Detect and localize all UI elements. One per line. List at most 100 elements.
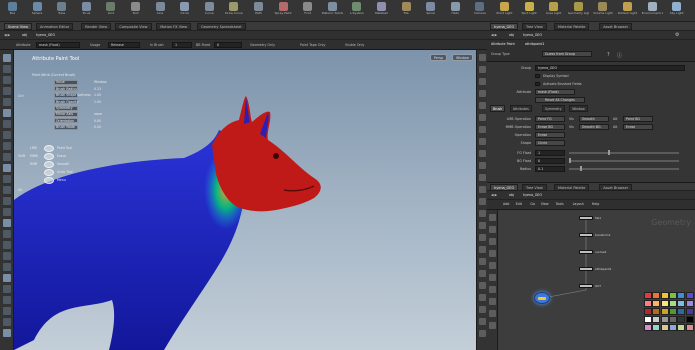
shelf-tool[interactable]: Torus: [76, 1, 97, 20]
parameter-subtab[interactable]: Symmetry: [542, 105, 565, 112]
color-swatch[interactable]: [668, 300, 677, 307]
network-tool-button[interactable]: [489, 298, 496, 305]
param-row-menu[interactable]: mask (Float): [535, 89, 575, 95]
color-swatch[interactable]: [652, 300, 661, 307]
network-tab[interactable]: Tree View: [522, 184, 547, 191]
shelf-tool[interactable]: Null: [125, 1, 146, 20]
color-swatch[interactable]: [685, 292, 694, 299]
color-swatch[interactable]: [677, 300, 686, 307]
shelf-tool[interactable]: Volume Light: [592, 1, 613, 20]
color-swatch[interactable]: [660, 324, 669, 331]
group-type-menu[interactable]: Guess from Group: [542, 51, 592, 57]
net-path-node[interactable]: hyena_GEO: [523, 193, 542, 197]
display-option-button[interactable]: [479, 102, 486, 109]
usage-menu[interactable]: Release: [108, 42, 140, 48]
tool-button[interactable]: [3, 230, 11, 238]
operation-extra2-menu[interactable]: Paint BG: [623, 116, 653, 122]
viewer-tab[interactable]: Geometry Spreadsheet: [197, 23, 246, 30]
parameter-subtab[interactable]: Window: [569, 105, 588, 112]
color-swatch[interactable]: [668, 292, 677, 299]
slider-value[interactable]: 1: [535, 150, 565, 156]
color-swatch[interactable]: [652, 308, 661, 315]
param-back-icon[interactable]: ◀ ▶: [491, 33, 497, 37]
tool-button[interactable]: [3, 208, 11, 216]
display-option-button[interactable]: [479, 162, 486, 169]
tool-button[interactable]: [3, 307, 11, 315]
visible-only-toggle[interactable]: Visible Only: [345, 43, 364, 47]
operation-menu[interactable]: Erase: [535, 132, 565, 138]
bb-fixed-field[interactable]: 0: [214, 42, 242, 48]
node-name-label[interactable]: attribpaint1: [525, 42, 544, 46]
display-option-button[interactable]: [479, 90, 486, 97]
tool-button[interactable]: [3, 329, 11, 337]
tool-button[interactable]: [3, 142, 11, 150]
color-swatch[interactable]: [660, 308, 669, 315]
color-swatch[interactable]: [660, 292, 669, 299]
network-tool-button[interactable]: [489, 322, 496, 329]
back-arrow-icon[interactable]: ◀ ▶: [4, 33, 10, 37]
network-editor[interactable]: Geometry file1 transform1 normal1 attribpai…: [498, 210, 695, 350]
color-swatch[interactable]: [652, 316, 661, 323]
param-path-root[interactable]: obj: [509, 33, 514, 37]
window-display-button[interactable]: Window: [452, 54, 473, 61]
param-row-button[interactable]: Reset All Changes: [535, 97, 585, 103]
color-swatch[interactable]: [685, 324, 694, 331]
operation-menu[interactable]: Circle: [535, 140, 565, 146]
display-option-button[interactable]: [479, 198, 486, 205]
shelf-tool[interactable]: Draw Curve: [223, 1, 244, 20]
network-tool-button[interactable]: [489, 286, 496, 293]
operation-menu[interactable]: Erase BG: [535, 124, 565, 130]
display-option-button[interactable]: [479, 186, 486, 193]
operation-menu[interactable]: Paint FG: [535, 116, 565, 122]
display-option-button[interactable]: [479, 234, 486, 241]
color-swatch[interactable]: [644, 308, 652, 315]
net-path-root[interactable]: obj: [509, 193, 514, 197]
parameter-subtab[interactable]: Brush: [490, 105, 506, 112]
slider-knob[interactable]: [580, 166, 582, 171]
network-tool-button[interactable]: [489, 226, 496, 233]
path-node[interactable]: hyena_GEO: [36, 33, 55, 37]
shelf-tool[interactable]: Area Light: [543, 1, 564, 20]
slider-track[interactable]: [569, 152, 679, 154]
tool-button[interactable]: [3, 65, 11, 73]
gear-icon[interactable]: ⚙: [675, 32, 679, 38]
color-swatch[interactable]: [677, 292, 686, 299]
network-tab[interactable]: hyena_GEO: [490, 184, 519, 191]
display-option-button[interactable]: [479, 150, 486, 157]
viewer-tab[interactable]: Scene View: [4, 23, 33, 30]
paint-tape-toggle[interactable]: Paint Tape Only: [300, 43, 325, 47]
color-swatch[interactable]: [644, 316, 652, 323]
color-swatch[interactable]: [685, 300, 694, 307]
selected-node-ring[interactable]: [534, 292, 550, 304]
network-tool-button[interactable]: [489, 274, 496, 281]
tool-button[interactable]: [3, 263, 11, 271]
3d-viewport[interactable]: Attribute Paint Tool Paint Attrib (Curre…: [14, 50, 476, 350]
color-swatch[interactable]: [685, 308, 694, 315]
display-option-button[interactable]: [479, 246, 486, 253]
param-path-node[interactable]: hyena_GEO: [523, 33, 542, 37]
network-menu-item[interactable]: Add: [503, 202, 509, 206]
network-menu-item[interactable]: View: [541, 202, 549, 206]
tool-button[interactable]: [3, 285, 11, 293]
attribute-menu[interactable]: mask (Float): [36, 42, 80, 48]
color-swatch[interactable]: [652, 292, 661, 299]
shelf-tool[interactable]: Environment Light: [642, 1, 663, 20]
display-option-button[interactable]: [479, 210, 486, 217]
viewer-tab[interactable]: Render View: [81, 23, 112, 30]
display-option-button[interactable]: [479, 114, 486, 121]
shelf-tool[interactable]: Curve: [199, 1, 220, 20]
shelf-tool[interactable]: Circle: [174, 1, 195, 20]
display-option-button[interactable]: [479, 330, 486, 337]
shelf-tool[interactable]: Metaball: [371, 1, 392, 20]
shelf-tool[interactable]: Line: [150, 1, 171, 20]
parameter-tab[interactable]: hyena_GEO: [490, 23, 519, 30]
shelf-tool[interactable]: Point Light: [494, 1, 515, 20]
slider-track[interactable]: [569, 168, 679, 170]
shelf-tool[interactable]: Spray Paint: [273, 1, 294, 20]
network-menu-item[interactable]: Go: [530, 202, 535, 206]
network-tab[interactable]: Material Palette: [554, 184, 590, 191]
operation-extra2-menu[interactable]: Erase: [623, 124, 653, 130]
display-option-button[interactable]: [479, 258, 486, 265]
tool-button[interactable]: [3, 87, 11, 95]
tool-button[interactable]: [3, 197, 11, 205]
